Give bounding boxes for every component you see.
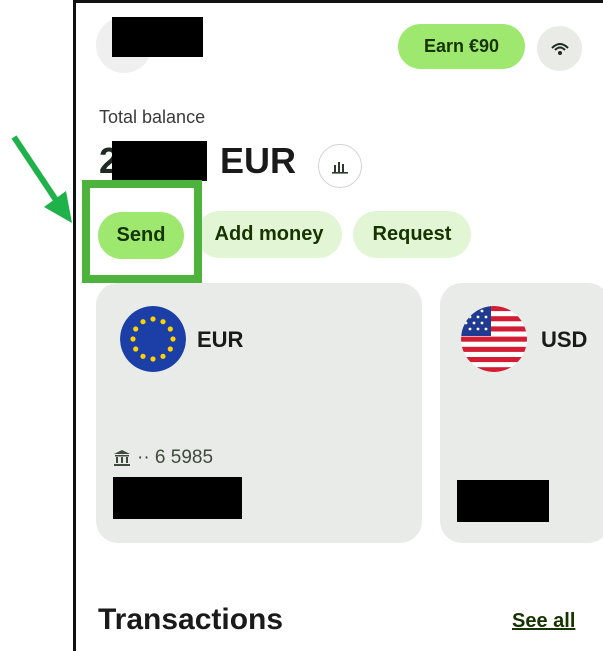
- redacted-name: [112, 17, 203, 57]
- arrow-icon: [11, 135, 72, 223]
- account-number: ·· 6 5985: [137, 447, 214, 468]
- us-flag-icon: [461, 306, 527, 372]
- request-button[interactable]: Request: [353, 211, 471, 258]
- earn-button[interactable]: Earn €90: [398, 24, 525, 69]
- balance-currency: EUR: [220, 140, 297, 181]
- add-money-button[interactable]: Add money: [196, 211, 342, 258]
- redacted-balance: [112, 141, 207, 181]
- see-all-link[interactable]: See all: [512, 610, 575, 633]
- eu-flag-icon: [120, 306, 186, 372]
- account-currency-usd: USD: [541, 327, 588, 352]
- account-currency-eur: EUR: [197, 327, 244, 352]
- bank-icon: [114, 450, 130, 466]
- bar-chart-icon[interactable]: [318, 144, 362, 188]
- transactions-title: Transactions: [98, 603, 284, 636]
- balance-label: Total balance: [99, 107, 206, 127]
- bank-account-row: ·· 6 5985: [113, 447, 213, 469]
- redacted-usd-balance: [457, 480, 549, 522]
- redacted-eur-balance: [113, 477, 242, 519]
- highlight-box: [82, 180, 202, 283]
- eye-icon[interactable]: [537, 26, 582, 71]
